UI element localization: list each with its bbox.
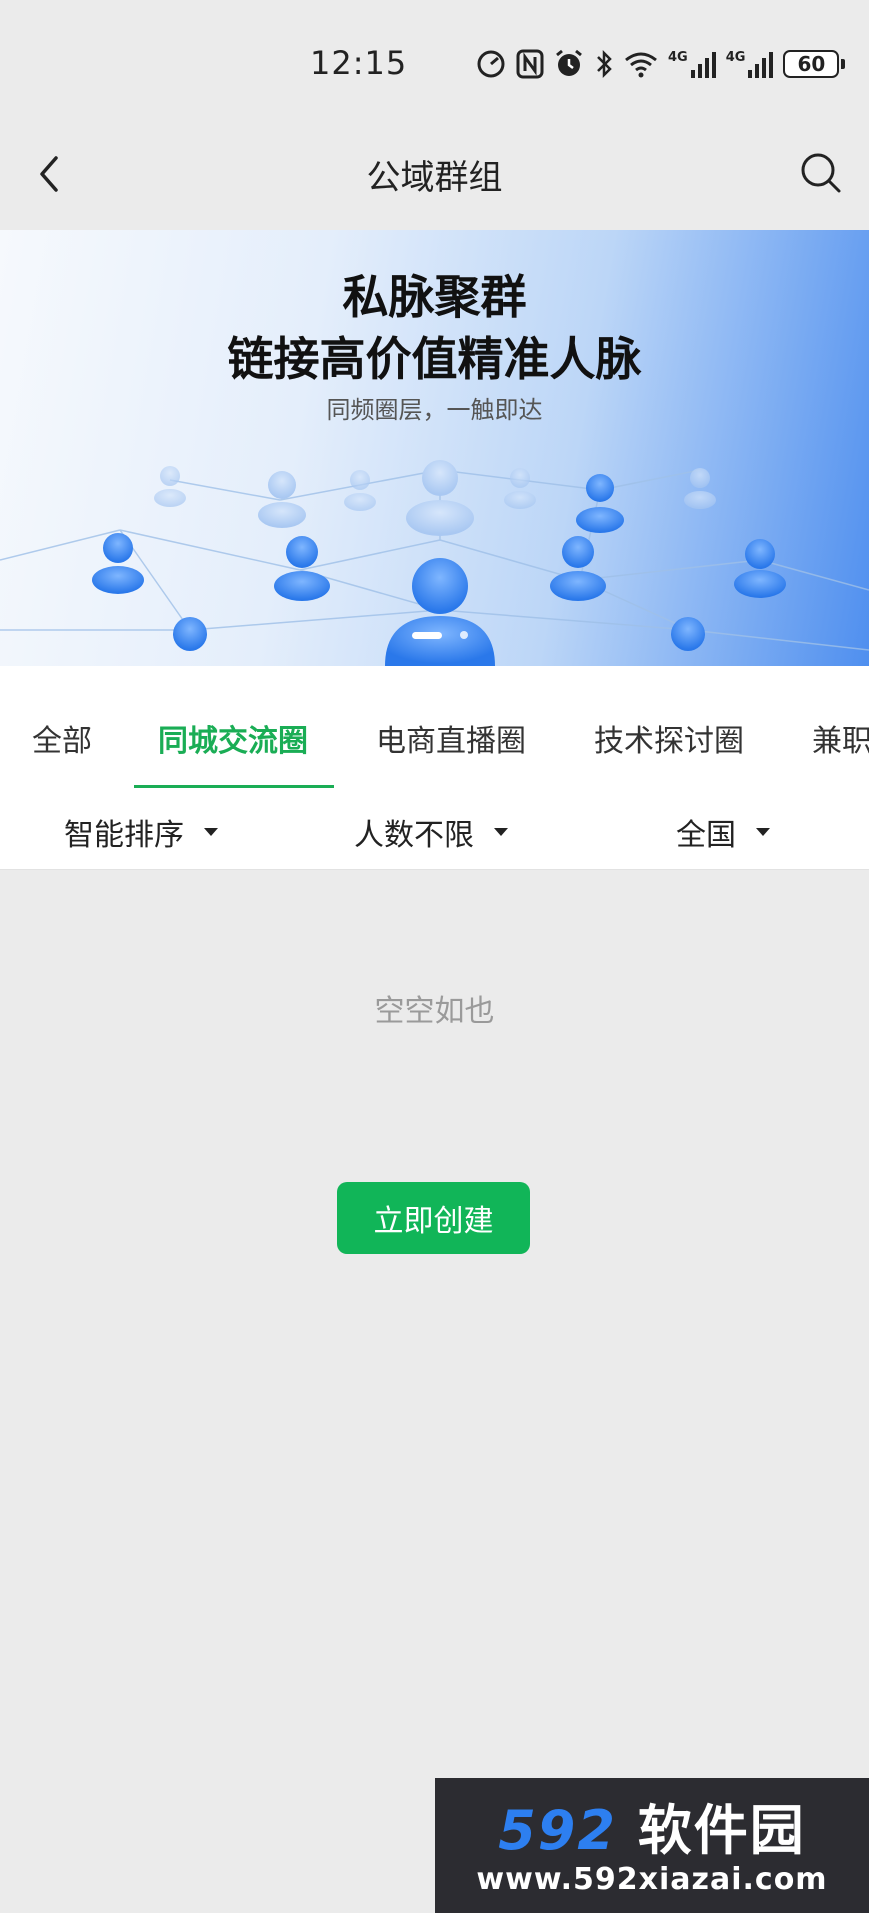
banner-title-line1: 私脉聚群 bbox=[342, 270, 527, 324]
battery-icon: 60 bbox=[783, 50, 846, 78]
watermark-brand: 592 软件园 bbox=[435, 1786, 869, 1865]
page-title: 公域群组 bbox=[366, 158, 503, 198]
tab-ecommerce-live[interactable]: 电商直播圈 bbox=[376, 716, 526, 760]
watermark-brand-num: 592 bbox=[498, 1799, 617, 1862]
caret-down-icon bbox=[204, 828, 218, 836]
watermark-logo: 592 软件园 www.592xiazai.com bbox=[435, 1778, 869, 1913]
tab-part-time[interactable]: 兼职 bbox=[812, 716, 869, 760]
watermark-url: www.592xiazai.com bbox=[476, 1862, 828, 1897]
banner-subtitle: 同频圈层，一触即达 bbox=[326, 396, 543, 424]
tab-tech-discussion[interactable]: 技术探讨圈 bbox=[594, 716, 744, 760]
sort-filter[interactable]: 智能排序 bbox=[64, 810, 218, 854]
status-icons: 4G 4G 60 bbox=[476, 46, 846, 82]
caret-down-icon bbox=[494, 828, 508, 836]
category-tabs: 全部 同城交流圈 电商直播圈 技术探讨圈 兼职 bbox=[0, 666, 869, 790]
status-time: 12:15 bbox=[310, 44, 408, 82]
region-filter[interactable]: 全国 bbox=[676, 810, 770, 854]
nfc-icon bbox=[516, 49, 544, 79]
filter-bar: 智能排序 人数不限 全国 bbox=[0, 790, 869, 870]
banner[interactable]: 私脉聚群 链接高价值精准人脉 同频圈层，一触即达 bbox=[0, 230, 869, 666]
caret-down-icon bbox=[756, 828, 770, 836]
create-button[interactable]: 立即创建 bbox=[337, 1182, 530, 1254]
members-filter-label: 人数不限 bbox=[354, 818, 474, 853]
signal-icon: 4G bbox=[726, 50, 774, 78]
watermark-brand-cn: 软件园 bbox=[637, 1799, 806, 1862]
signal-label: 4G bbox=[668, 50, 688, 65]
tab-all[interactable]: 全部 bbox=[32, 716, 92, 760]
members-filter[interactable]: 人数不限 bbox=[354, 810, 508, 854]
bluetooth-icon bbox=[597, 49, 612, 79]
sort-filter-label: 智能排序 bbox=[64, 818, 184, 853]
nav-bar: 公域群组 bbox=[0, 120, 869, 230]
signal-label: 4G bbox=[725, 50, 746, 65]
speed-icon bbox=[477, 50, 505, 78]
wifi-icon bbox=[625, 52, 657, 78]
alarm-icon bbox=[556, 49, 582, 76]
empty-state-text: 空空如也 bbox=[374, 994, 495, 1029]
search-button[interactable] bbox=[798, 150, 844, 196]
signal-icon: 4G bbox=[668, 50, 716, 78]
battery-level: 60 bbox=[783, 50, 840, 78]
region-filter-label: 全国 bbox=[676, 818, 736, 853]
status-bar: 12:15 4G 4G 60 bbox=[0, 0, 869, 120]
banner-title: 私脉聚群 链接高价值精准人脉 bbox=[0, 266, 869, 390]
search-icon bbox=[801, 153, 841, 193]
active-tab-indicator bbox=[134, 785, 334, 788]
tab-local-exchange[interactable]: 同城交流圈 bbox=[158, 716, 308, 760]
banner-title-line2: 链接高价值精准人脉 bbox=[227, 332, 642, 386]
